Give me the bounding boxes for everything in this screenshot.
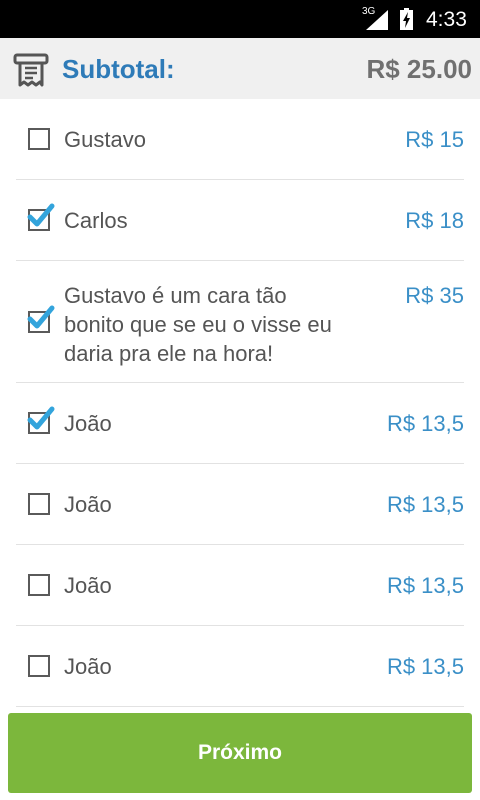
- list-item[interactable]: João R$ 13,5: [0, 464, 480, 545]
- subtotal-value: R$ 25.00: [366, 54, 472, 84]
- item-price: R$ 15: [405, 127, 464, 152]
- item-label: Gustavo é um cara tão bonito que se eu o…: [64, 283, 332, 366]
- checkbox-unchecked[interactable]: [28, 574, 50, 596]
- next-button[interactable]: Próximo: [8, 713, 472, 793]
- list-item[interactable]: João R$ 13,5: [0, 383, 480, 464]
- item-label: João: [64, 573, 112, 598]
- item-label: Carlos: [64, 208, 128, 233]
- list-item[interactable]: João R$ 13,5: [0, 545, 480, 626]
- battery-charging-icon: [400, 8, 413, 35]
- item-price: R$ 18: [405, 208, 464, 233]
- item-label: João: [64, 411, 112, 436]
- item-price: R$ 35: [405, 283, 464, 308]
- receipt-icon: [13, 52, 49, 93]
- check-icon: [26, 202, 56, 235]
- check-icon: [26, 405, 56, 438]
- signal-icon: [366, 10, 388, 35]
- list-item[interactable]: Gustavo R$ 15: [0, 99, 480, 180]
- divider: [16, 706, 464, 707]
- item-price: R$ 13,5: [386, 411, 464, 436]
- item-label: João: [64, 492, 112, 517]
- list-item[interactable]: João R$ 13,5: [0, 626, 480, 707]
- check-icon: [26, 304, 56, 337]
- status-bar: 3G 4:33: [0, 0, 480, 38]
- clock: 4:33: [426, 8, 467, 31]
- list-item[interactable]: Carlos R$ 18: [0, 180, 480, 261]
- item-label: Gustavo: [64, 127, 146, 152]
- item-label: João: [64, 654, 112, 679]
- item-price: R$ 13,5: [386, 492, 464, 517]
- item-price: R$ 13,5: [386, 573, 464, 598]
- subtotal-label: Subtotal:: [62, 54, 175, 84]
- list-item[interactable]: Gustavo é um cara tão bonito que se eu o…: [0, 261, 480, 383]
- item-list: Gustavo R$ 15 Carlos R$ 18 Gustavo é um …: [0, 99, 480, 707]
- subtotal-header: Subtotal: R$ 25.00: [0, 38, 480, 99]
- checkbox-unchecked[interactable]: [28, 493, 50, 515]
- checkbox-unchecked[interactable]: [28, 128, 50, 150]
- checkbox-unchecked[interactable]: [28, 655, 50, 677]
- item-price: R$ 13,5: [386, 654, 464, 679]
